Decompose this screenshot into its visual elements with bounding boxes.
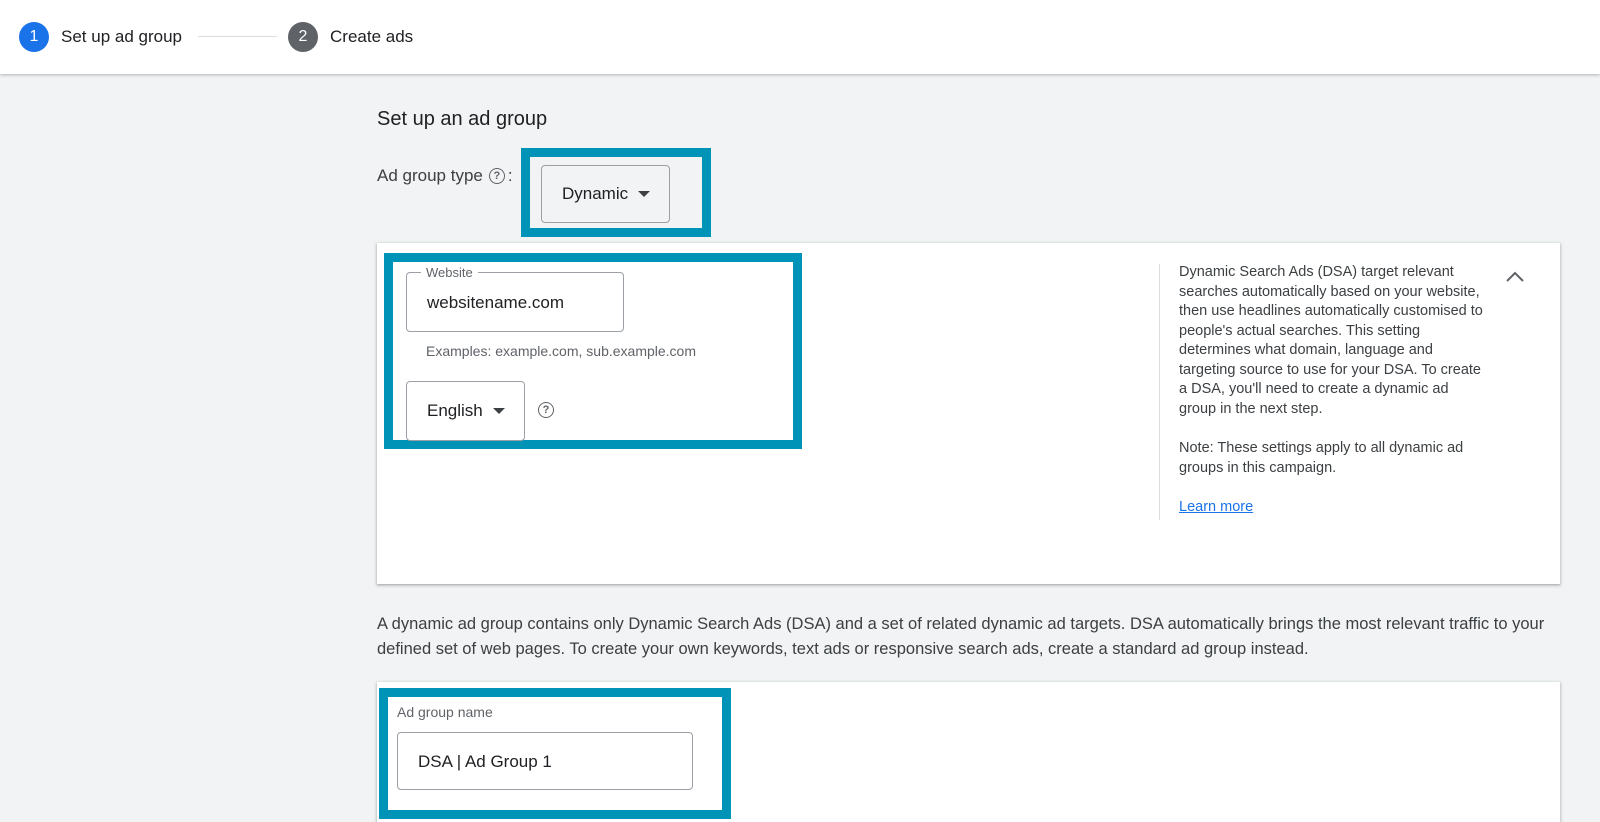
chevron-up-icon[interactable]: [1505, 267, 1525, 287]
dropdown-arrow-icon: [638, 191, 651, 197]
website-field-value: websitename.com: [427, 293, 565, 312]
step-connector: [198, 36, 277, 37]
ad-group-description: A dynamic ad group contains only Dynamic…: [377, 615, 1545, 658]
stepper-bar: 1 Set up ad group 2 Create ads: [0, 0, 1600, 74]
language-selected: English: [427, 401, 483, 420]
dropdown-arrow-icon: [492, 408, 505, 414]
page-title: Set up an ad group: [377, 108, 548, 130]
step-1-label: Set up ad group: [61, 27, 182, 46]
ad-group-type-label-row: Ad group type ? :: [377, 166, 513, 186]
ad-group-type-label: Ad group type: [377, 166, 483, 185]
ad-group-type-dropdown[interactable]: Dynamic: [541, 165, 670, 223]
step-2-label: Create ads: [330, 27, 414, 46]
website-field[interactable]: Website websitename.com: [406, 265, 624, 332]
help-circle-icon[interactable]: ?: [488, 168, 505, 184]
info-divider: [1159, 264, 1160, 520]
dsa-info-note: Note: These settings apply to all dynami…: [1179, 440, 1464, 476]
website-hint: Examples: example.com, sub.example.com: [426, 343, 696, 359]
ad-group-name-input[interactable]: DSA | Ad Group 1: [397, 732, 693, 790]
language-dropdown[interactable]: English: [406, 381, 525, 441]
step-1[interactable]: 1 Set up ad group: [19, 22, 182, 52]
website-field-legend: Website: [421, 265, 478, 280]
ad-group-type-selected: Dynamic: [562, 184, 629, 203]
dsa-info-text: Dynamic Search Ads (DSA) target relevant…: [1179, 264, 1483, 417]
ad-group-name-label: Ad group name: [397, 704, 493, 720]
ad-group-name-value: DSA | Ad Group 1: [418, 752, 552, 771]
step-2-number: 2: [288, 22, 318, 52]
ad-group-type-colon: :: [507, 166, 513, 185]
help-circle-icon[interactable]: ?: [538, 402, 554, 418]
step-1-number: 1: [19, 22, 49, 52]
learn-more-link[interactable]: Learn more: [1179, 499, 1253, 515]
step-2[interactable]: 2 Create ads: [288, 22, 413, 52]
